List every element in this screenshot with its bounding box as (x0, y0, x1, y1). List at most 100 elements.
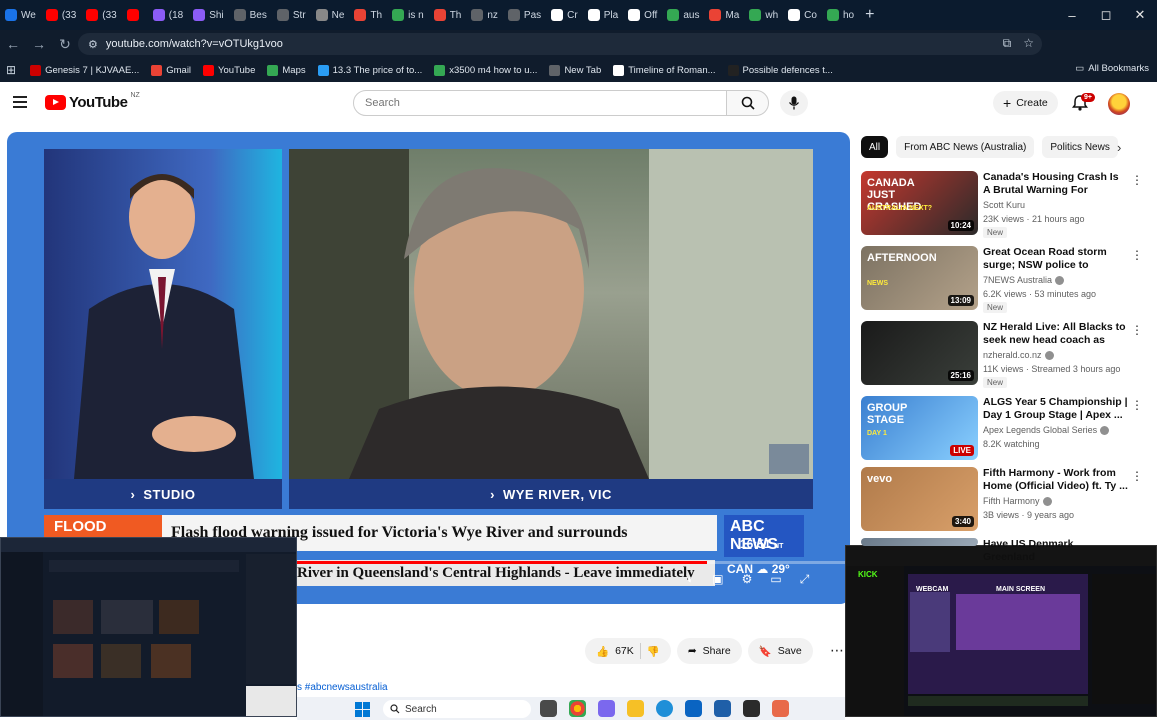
file-explorer-icon[interactable] (627, 700, 644, 717)
video-title[interactable]: Fifth Harmony - Work from Home (Official… (983, 467, 1128, 493)
video-thumbnail[interactable]: CANADA JUST CRASHED AUSTRALIA NEXT? 10:24 (861, 171, 978, 235)
site-info-icon[interactable]: ⚙ (88, 38, 98, 51)
video-title[interactable]: NZ Herald Live: All Blacks to seek new h… (983, 321, 1128, 348)
recommendation-item[interactable]: GROUP STAGE DAY 1 LIVE ALGS Year 5 Champion… (861, 396, 1146, 464)
windows-start-icon[interactable] (355, 702, 370, 717)
browser-tab[interactable]: wh (744, 3, 783, 27)
more-options-icon[interactable]: ⋮ (1131, 173, 1143, 187)
fullscreen-icon[interactable]: ⤢ (800, 572, 810, 587)
video-thumbnail[interactable]: GROUP STAGE DAY 1 LIVE (861, 396, 978, 460)
url-text[interactable]: youtube.com/watch?v=vOTUkg1voo (106, 38, 283, 50)
apps-grid-icon[interactable]: ⊞ (6, 63, 16, 77)
settings-gear-icon[interactable]: ⚙ (742, 572, 753, 587)
recommendation-item[interactable]: AFTERNOON NEWS 13:09 Great Ocean Road storm… (861, 246, 1146, 314)
browser-tab[interactable]: (18 (148, 3, 188, 27)
back-icon[interactable]: ← (0, 36, 26, 52)
app-icon[interactable] (743, 700, 760, 717)
video-title[interactable]: Great Ocean Road storm surge; NSW police… (983, 246, 1128, 273)
hashtag-link[interactable]: s #abcnewsaustralia (297, 682, 388, 693)
video-thumbnail[interactable]: AFTERNOON NEWS 13:09 (861, 246, 978, 310)
minimize-icon[interactable]: – (1055, 8, 1089, 23)
chevron-right-icon[interactable]: › (1117, 140, 1121, 155)
more-actions-icon[interactable]: ⋯ (830, 642, 844, 659)
channel-name[interactable]: 7NEWS Australia (983, 275, 1065, 285)
all-bookmarks[interactable]: ▭ All Bookmarks (1075, 63, 1149, 74)
more-options-icon[interactable]: ⋮ (1131, 248, 1143, 262)
bookmark-item[interactable]: YouTube (203, 64, 255, 76)
app-icon[interactable] (772, 700, 789, 717)
video-title[interactable]: Canada's Housing Crash Is A Brutal Warni… (983, 171, 1128, 198)
browser-tab[interactable] (122, 3, 148, 27)
save-button[interactable]: 🔖 Save (747, 638, 813, 664)
autoplay-toggle-icon[interactable]: ◐ (687, 572, 694, 587)
bookmark-item[interactable]: x3500 m4 how to u... (434, 64, 537, 76)
browser-tab[interactable]: Str (272, 3, 311, 27)
more-options-icon[interactable]: ⋮ (1131, 469, 1143, 483)
browser-tab[interactable]: Pas (503, 3, 546, 27)
search-box[interactable] (353, 90, 727, 116)
browser-tab[interactable]: nz (466, 3, 503, 27)
voice-search-button[interactable] (780, 90, 808, 116)
bookmark-item[interactable]: Genesis 7 | KJVAAE... (30, 64, 139, 76)
browser-tab[interactable]: Co (783, 3, 822, 27)
bookmark-star-icon[interactable]: ☆ (1023, 36, 1034, 51)
recommendation-item[interactable]: CANADA JUST CRASHED AUSTRALIA NEXT? 10:24 C… (861, 171, 1146, 239)
channel-name[interactable]: Scott Kuru (983, 200, 1025, 210)
reload-icon[interactable]: ↻ (52, 36, 78, 53)
bookmark-item[interactable]: 13.3 The price of to... (317, 64, 422, 76)
browser-tab[interactable]: (33 (41, 3, 81, 27)
more-options-icon[interactable]: ⋮ (1131, 398, 1143, 412)
filter-chip[interactable]: Politics News (1042, 136, 1118, 158)
video-thumbnail[interactable]: 25:16 (861, 321, 978, 385)
taskbar-search[interactable]: Search (383, 700, 531, 718)
more-options-icon[interactable]: ⋮ (1131, 323, 1143, 337)
like-count[interactable]: 67K (615, 645, 634, 657)
task-view-icon[interactable] (540, 700, 557, 717)
browser-tab[interactable]: Off (623, 3, 662, 27)
channel-name[interactable]: Apex Legends Global Series (983, 425, 1110, 435)
browser-tab[interactable]: Cr (546, 3, 583, 27)
youtube-logo[interactable]: YouTube NZ (45, 92, 140, 111)
channel-name[interactable]: nzherald.co.nz (983, 350, 1054, 360)
browser-tab[interactable]: is n (387, 3, 429, 27)
miniplayer-icon[interactable]: ▭ (770, 572, 781, 587)
captions-icon[interactable]: ▣ (712, 572, 723, 587)
forward-icon[interactable]: → (26, 36, 52, 52)
recommendation-item[interactable]: 25:16 NZ Herald Live: All Blacks to seek … (861, 321, 1146, 389)
omnibox[interactable]: ⚙ youtube.com/watch?v=vOTUkg1voo ⧉ ☆ (78, 33, 1042, 55)
recommendation-item[interactable]: Have US Denmark Greenland (861, 538, 1146, 563)
outlook-icon[interactable] (685, 700, 702, 717)
browser-tab[interactable]: Ne (311, 3, 350, 27)
video-thumbnail[interactable] (861, 538, 978, 546)
recommendation-item[interactable]: vevo 3:40 Fifth Harmony - Work from Home (… (861, 467, 1146, 535)
browser-tab[interactable]: Th (429, 3, 467, 27)
menu-icon[interactable] (13, 96, 27, 108)
browser-tab[interactable]: (33 (81, 3, 121, 27)
browser-tab[interactable]: Shi (188, 3, 228, 27)
browser-tab[interactable]: ho (822, 3, 859, 27)
browser-tab[interactable]: Ma (704, 3, 744, 27)
search-input[interactable] (365, 97, 705, 109)
browser-tab[interactable]: Th (349, 3, 387, 27)
app-icon[interactable] (598, 700, 615, 717)
thumbs-up-icon[interactable]: 👍 (596, 645, 609, 658)
share-button[interactable]: ➦ Share (676, 638, 742, 664)
bookmark-item[interactable]: New Tab (549, 64, 601, 76)
filter-chip[interactable]: From ABC News (Australia) (896, 136, 1035, 158)
search-button[interactable] (726, 90, 769, 116)
video-title[interactable]: ALGS Year 5 Championship | Day 1 Group S… (983, 396, 1128, 422)
install-icon[interactable]: ⧉ (1003, 36, 1012, 51)
maximize-icon[interactable]: ◻ (1089, 7, 1123, 23)
store-icon[interactable] (714, 700, 731, 717)
bookmark-item[interactable]: Timeline of Roman... (613, 64, 716, 76)
create-button[interactable]: + Create (993, 91, 1058, 115)
video-title[interactable]: Have US Denmark Greenland (983, 538, 1128, 564)
chrome-icon[interactable] (569, 700, 586, 717)
browser-tab[interactable]: Pla (583, 3, 623, 27)
thumbs-down-icon[interactable]: 👎 (647, 645, 660, 658)
video-thumbnail[interactable]: vevo 3:40 (861, 467, 978, 531)
browser-tab[interactable]: Bes (229, 3, 272, 27)
bookmark-item[interactable]: Gmail (151, 64, 191, 76)
video-player[interactable]: › STUDIO › WYE RIVER, VIC FLOOD Flash fl… (7, 132, 850, 604)
account-avatar[interactable] (1108, 93, 1130, 115)
